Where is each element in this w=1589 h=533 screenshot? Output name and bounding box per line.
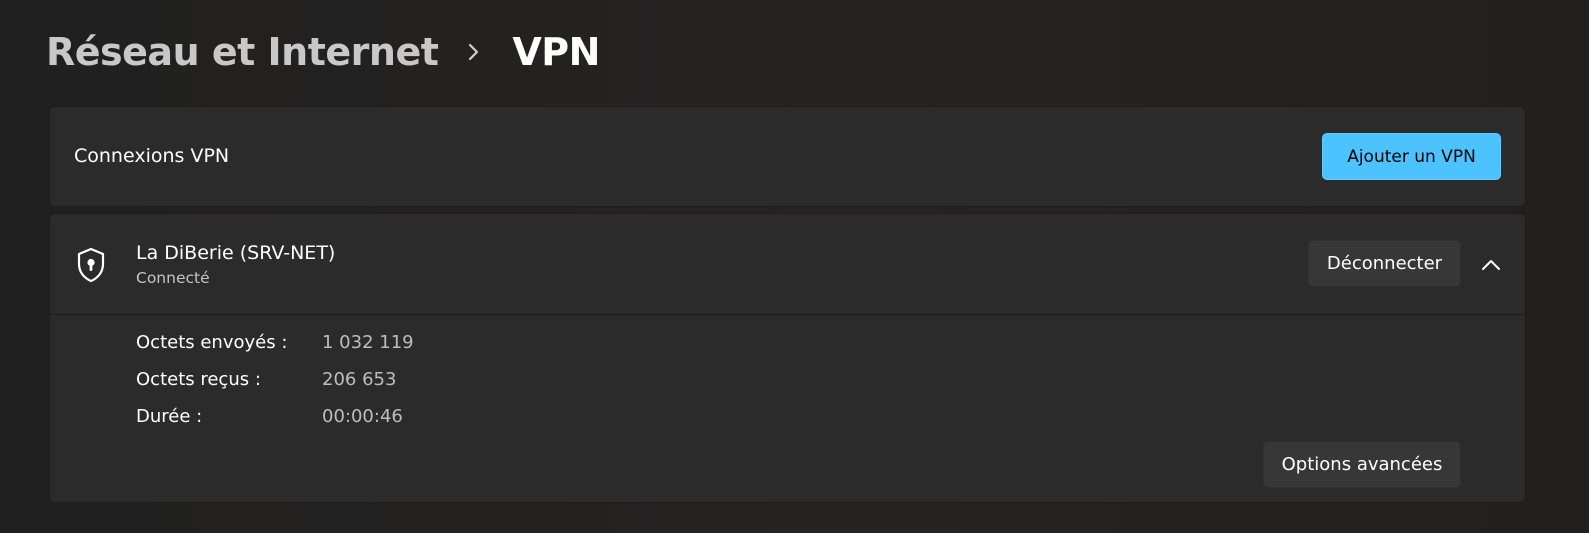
stat-value: 206 653 <box>322 369 397 390</box>
shield-lock-icon <box>74 246 108 284</box>
page-title: VPN <box>512 30 600 74</box>
stat-value: 00:00:46 <box>322 406 403 427</box>
add-vpn-button[interactable]: Ajouter un VPN <box>1322 133 1501 180</box>
vpn-connection-name: La DiBerie (SRV-NET) <box>136 242 336 264</box>
vpn-connection-card: La DiBerie (SRV-NET) Connecté Déconnecte… <box>49 213 1526 503</box>
chevron-right-icon <box>460 38 488 66</box>
disconnect-button[interactable]: Déconnecter <box>1308 240 1461 287</box>
vpn-connections-title: Connexions VPN <box>74 145 230 167</box>
vpn-connection-status: Connecté <box>136 269 210 287</box>
chevron-up-icon[interactable] <box>1478 252 1504 278</box>
breadcrumb-parent-link[interactable]: Réseau et Internet <box>46 30 439 74</box>
breadcrumb: Réseau et Internet VPN <box>46 24 600 80</box>
vpn-connections-card: Connexions VPN Ajouter un VPN <box>49 106 1526 207</box>
stat-value: 1 032 119 <box>322 332 414 353</box>
stat-label: Durée : <box>136 406 203 427</box>
advanced-options-button[interactable]: Options avancées <box>1263 441 1461 488</box>
stat-label: Octets reçus : <box>136 369 261 390</box>
vpn-connection-header[interactable]: La DiBerie (SRV-NET) Connecté Déconnecte… <box>50 214 1525 315</box>
stat-label: Octets envoyés : <box>136 332 288 353</box>
